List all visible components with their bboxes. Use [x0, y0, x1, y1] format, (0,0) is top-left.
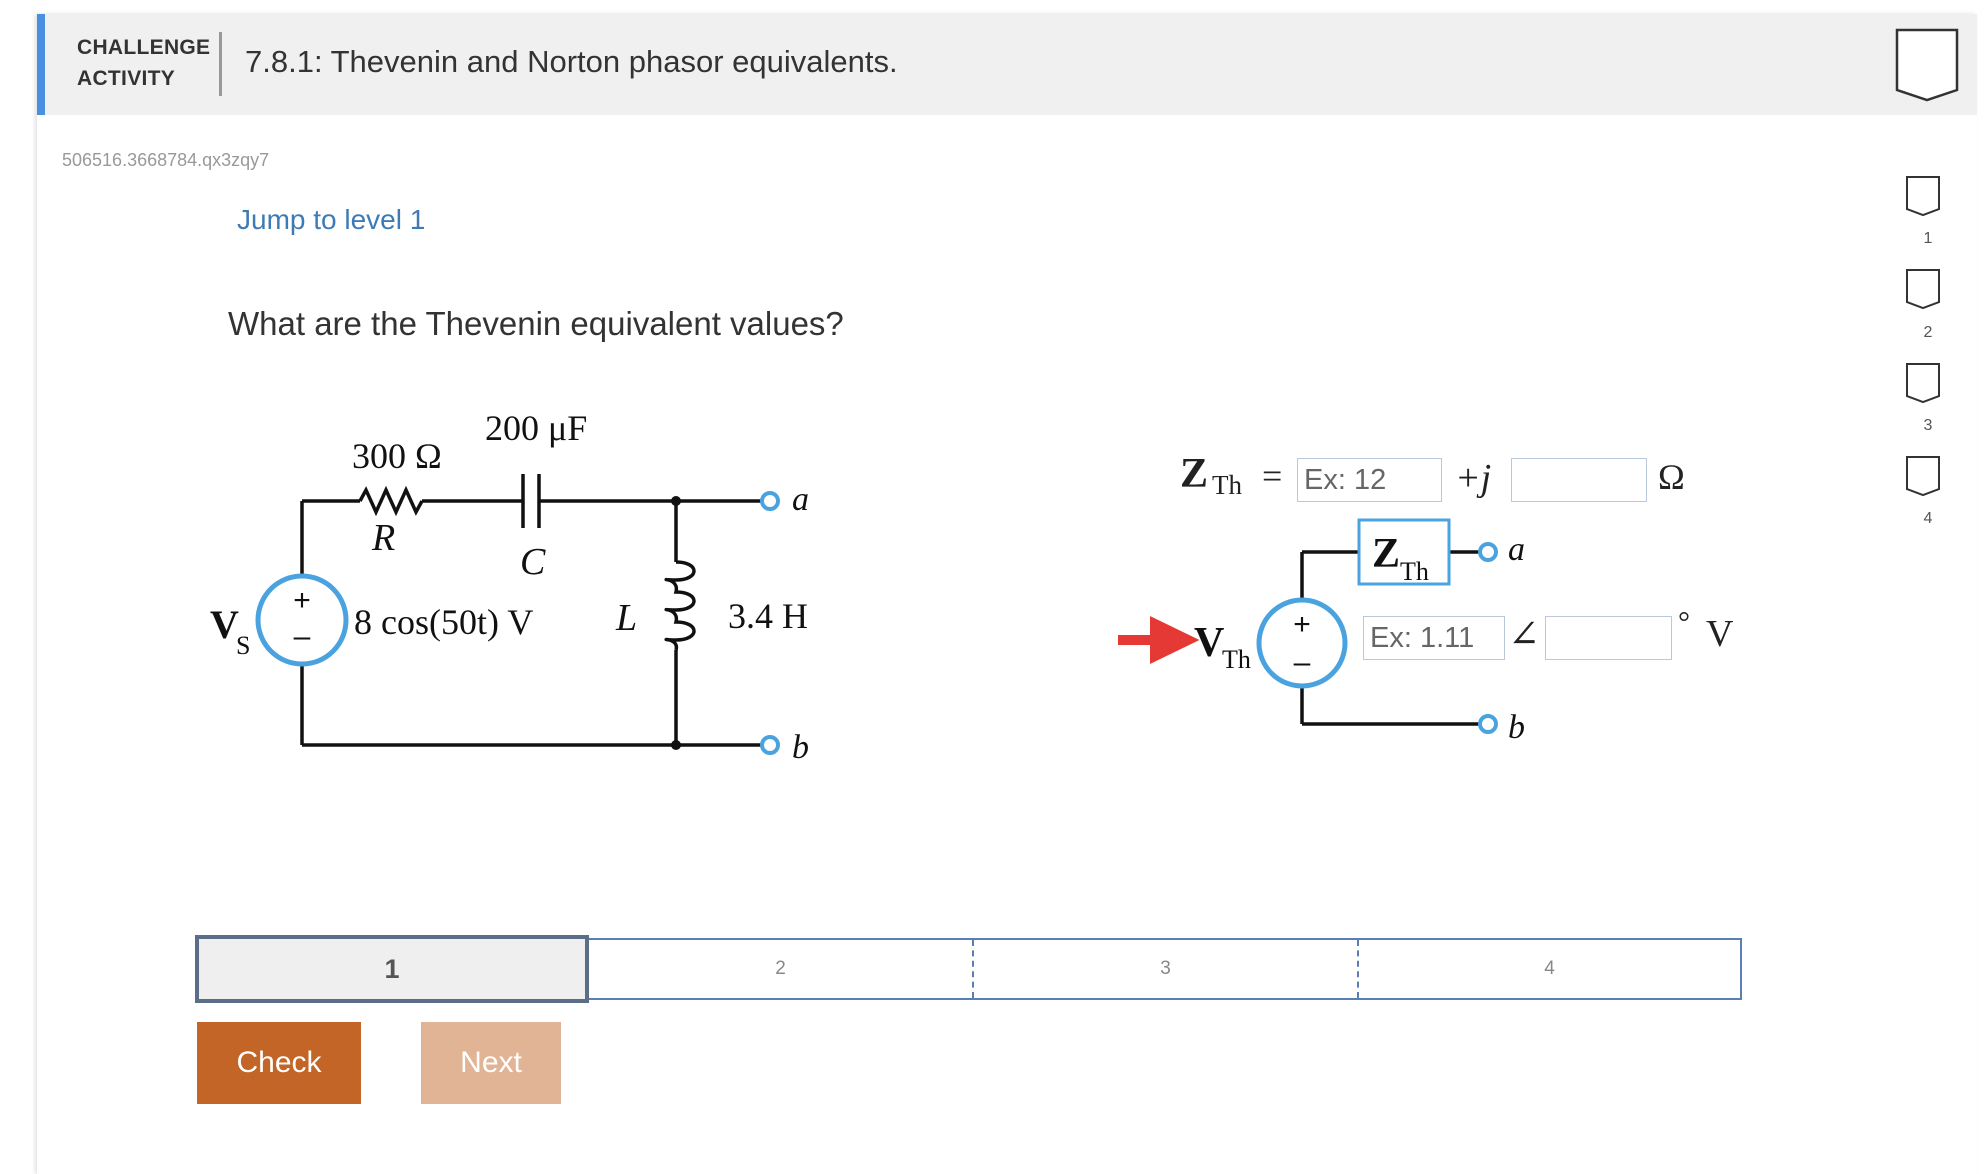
svg-text:–: –: [294, 620, 311, 653]
terminal-a-label: a: [792, 481, 809, 518]
level-3-segment[interactable]: 3: [974, 940, 1357, 998]
header-divider: [219, 32, 222, 96]
zth-subscript: Th: [1212, 470, 1242, 500]
terminal-b-label: b: [792, 729, 809, 766]
thevenin-terminal-b-label: b: [1508, 709, 1525, 746]
resistor-value: 300 Ω: [352, 436, 442, 476]
resistor-label: R: [371, 517, 395, 559]
progress-levels: 2 3 4: [589, 938, 1742, 1000]
thevenin-terminal-b-node: [1478, 714, 1498, 734]
level-2-shield-icon[interactable]: [1905, 268, 1941, 310]
angle-icon: ∠: [1508, 614, 1540, 656]
activity-id: 506516.3668784.qx3zqy7: [62, 150, 270, 170]
level-1-shield-icon[interactable]: [1905, 175, 1941, 217]
level-1-number: 1: [1923, 230, 1933, 247]
degree-unit: °: [1678, 606, 1690, 639]
volt-unit: V: [1706, 613, 1734, 655]
level-4-number: 4: [1923, 510, 1933, 527]
capacitor-value: 200 μF: [485, 410, 587, 448]
svg-text:+: +: [1293, 608, 1311, 641]
completion-shield-icon: [1895, 28, 1959, 102]
source-expression: 8 cos(50t) V: [354, 602, 533, 642]
original-circuit-diagram: + – 300 Ω R 200 μF C V S 8 cos(50t) V L …: [210, 410, 809, 766]
challenge-activity-label: CHALLENGE ACTIVITY: [77, 36, 211, 90]
zth-symbol: Z: [1180, 451, 1209, 497]
level-4-shield-icon[interactable]: [1905, 455, 1941, 497]
vth-symbol: V: [1194, 620, 1224, 666]
level-2-number: 2: [1923, 324, 1933, 341]
plus-j-symbol: +j: [1455, 457, 1492, 499]
terminal-a-node: [760, 491, 780, 511]
capacitor-label: C: [520, 541, 546, 583]
level-3-shield-icon[interactable]: [1905, 362, 1941, 404]
svg-text:–: –: [1294, 646, 1311, 679]
svg-text:+: +: [293, 584, 311, 617]
svg-text:Z: Z: [1372, 531, 1400, 577]
red-arrow-icon: [1118, 616, 1200, 664]
level-2-segment[interactable]: 2: [589, 940, 972, 998]
source-symbol: V: [210, 602, 239, 647]
jump-to-level-link[interactable]: Jump to level 1: [237, 204, 425, 236]
equals-sign: =: [1262, 456, 1283, 496]
terminal-b-node: [760, 735, 780, 755]
vth-magnitude-input[interactable]: [1363, 616, 1505, 660]
next-button[interactable]: Next: [421, 1022, 561, 1104]
thevenin-terminal-a-label: a: [1508, 531, 1525, 568]
thevenin-terminal-a-node: [1478, 542, 1498, 562]
source-subscript: S: [236, 631, 250, 660]
vth-angle-input[interactable]: [1545, 616, 1672, 660]
svg-text:Th: Th: [1400, 557, 1429, 586]
activity-header: CHALLENGE ACTIVITY 7.8.1: Thevenin and N…: [37, 14, 1977, 115]
ohm-unit: Ω: [1658, 457, 1685, 497]
level-4-segment[interactable]: 4: [1359, 940, 1740, 998]
question-text: What are the Thevenin equivalent values?: [228, 305, 844, 342]
level-1-segment[interactable]: 1: [195, 935, 589, 1003]
zth-imag-input[interactable]: [1511, 458, 1647, 502]
level-3-number: 3: [1923, 417, 1933, 434]
inductor-value: 3.4 H: [728, 596, 808, 636]
zth-real-input[interactable]: [1297, 458, 1442, 502]
activity-title: 7.8.1: Thevenin and Norton phasor equiva…: [245, 44, 898, 79]
vth-subscript: Th: [1222, 645, 1251, 674]
inductor-label: L: [615, 597, 637, 639]
check-button[interactable]: Check: [197, 1022, 361, 1104]
